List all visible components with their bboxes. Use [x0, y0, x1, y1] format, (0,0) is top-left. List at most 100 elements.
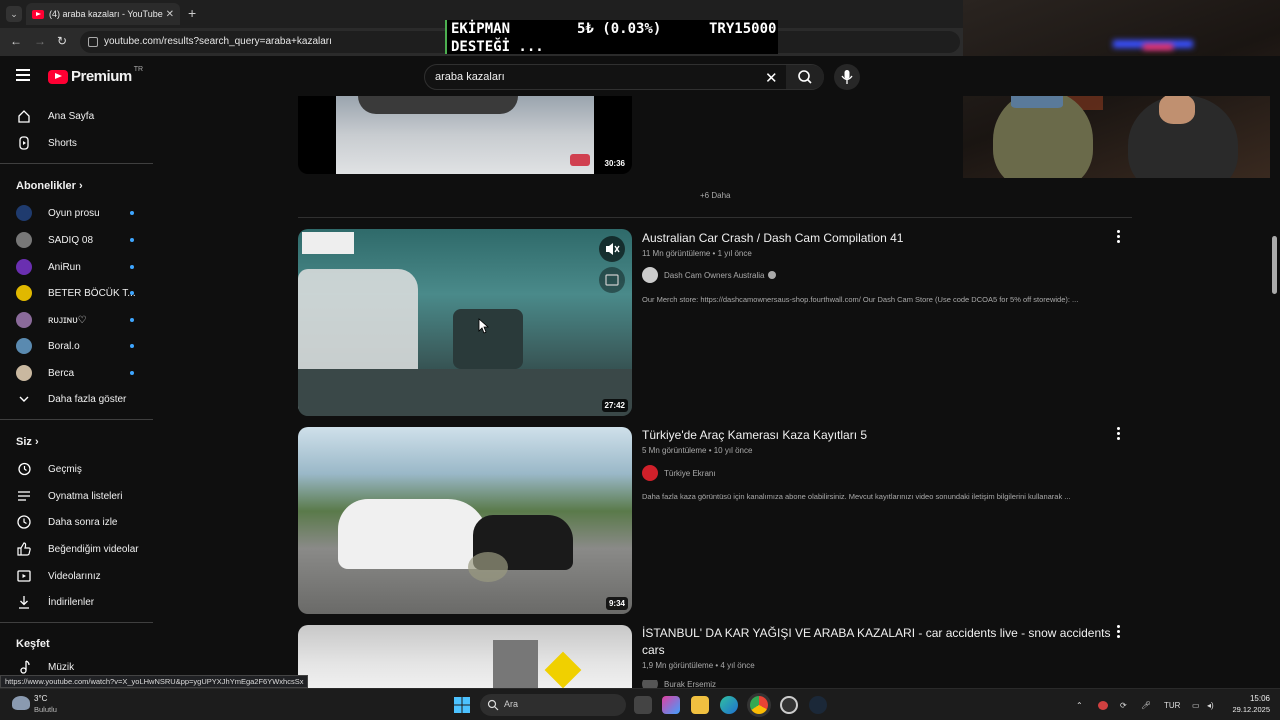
sidebar-item-your-videos[interactable]: Videolarınız: [0, 563, 154, 589]
more-options-icon[interactable]: [1113, 625, 1123, 639]
sidebar: Ana Sayfa Shorts Abonelikler › Oyun pros…: [0, 96, 160, 676]
sidebar-item-subscription[interactable]: BETER BÖCÜK T...: [0, 280, 154, 306]
refresh-tray-icon[interactable]: ⟳: [1120, 701, 1127, 710]
sidebar-divider: [0, 622, 153, 623]
file-explorer-icon[interactable]: [691, 696, 709, 714]
captions-icon: [605, 274, 619, 286]
tab-close-icon[interactable]: ✕: [166, 9, 174, 20]
language-indicator[interactable]: TUR: [1164, 701, 1180, 710]
microphone-tray-icon[interactable]: 🎤︎: [1141, 701, 1151, 710]
more-options-icon[interactable]: [1113, 427, 1123, 441]
copilot-icon[interactable]: [662, 696, 680, 714]
sidebar-item-home[interactable]: Ana Sayfa: [0, 103, 154, 129]
search-button[interactable]: [786, 65, 824, 89]
tray-app-icon[interactable]: [1098, 701, 1108, 710]
voice-search-button[interactable]: [834, 64, 860, 90]
microphone-icon: [841, 70, 853, 84]
more-options-icon[interactable]: [1113, 230, 1123, 244]
video-title[interactable]: Türkiye'de Araç Kamerası Kaza Kayıtları …: [642, 427, 1112, 444]
browser-tab[interactable]: (4) araba kazaları - YouTube ✕: [26, 3, 180, 25]
scrollbar-thumb[interactable]: [1272, 236, 1277, 294]
channel-name: Burak Ersemiz: [664, 680, 717, 688]
taskbar-search-label: Ara: [504, 699, 519, 709]
channel-avatar: [16, 205, 32, 221]
video-icon: [16, 568, 32, 584]
sidebar-item-downloads[interactable]: İndirilenler: [0, 589, 154, 615]
edge-icon[interactable]: [720, 696, 738, 714]
windows-taskbar: 3°C Bulutlu Ara ⌃ ⟳ 🎤︎ TUR ▭ ◂) 15:06 29…: [0, 688, 1280, 720]
sidebar-item-watch-later[interactable]: Daha sonra izle: [0, 509, 154, 535]
search-input[interactable]: araba kazaları: [435, 71, 505, 83]
music-icon: [16, 659, 32, 675]
video-duration: 27:42: [601, 399, 628, 412]
video-duration: 9:34: [605, 597, 628, 610]
clock-time[interactable]: 15:06: [1226, 694, 1270, 703]
channel-link[interactable]: Burak Ersemiz: [642, 680, 716, 688]
site-info-icon[interactable]: [88, 37, 98, 47]
sidebar-item-subscription[interactable]: Berca: [0, 360, 154, 386]
steam-icon[interactable]: [809, 696, 827, 714]
volume-icon[interactable]: ◂): [1207, 701, 1214, 710]
video-thumbnail[interactable]: 27:42: [298, 229, 632, 416]
search-box[interactable]: araba kazaları ✕: [424, 64, 824, 90]
road-shape: [298, 369, 632, 416]
video-thumbnail[interactable]: 9:34: [298, 427, 632, 614]
clock-date[interactable]: 29.12.2025: [1222, 705, 1270, 714]
video-duration: 30:36: [601, 157, 628, 170]
sidebar-item-subscription[interactable]: ʀᴜᴊɪɴᴜ♡: [0, 307, 154, 333]
sidebar-item-subscription[interactable]: AniRun: [0, 254, 154, 280]
channel-link[interactable]: Dash Cam Owners Australia: [642, 267, 777, 283]
captions-button[interactable]: [599, 267, 625, 293]
scrollbar-track[interactable]: [1270, 96, 1280, 688]
sidebar-item-label: Daha sonra izle: [48, 516, 118, 528]
video-title[interactable]: İSTANBUL' DA KAR YAĞIŞI VE ARABA KAZALAR…: [642, 625, 1112, 659]
network-icon[interactable]: ▭: [1192, 701, 1200, 710]
chevron-right-icon: ›: [78, 180, 83, 192]
video-title[interactable]: Australian Car Crash / Dash Cam Compilat…: [642, 230, 1112, 247]
weather-temperature[interactable]: 3°C: [34, 694, 47, 703]
chevron-up-icon[interactable]: ⌃: [1076, 701, 1083, 710]
show-more-results[interactable]: +6 Daha: [700, 191, 730, 200]
sidebar-item-subscription[interactable]: Boral.o: [0, 333, 154, 359]
subscriptions-heading[interactable]: Abonelikler ›: [16, 180, 83, 192]
sidebar-item-history[interactable]: Geçmiş: [0, 456, 154, 482]
sidebar-item-label: İndirilenler: [48, 596, 95, 608]
youtube-premium-logo[interactable]: Premium TR: [48, 66, 143, 85]
sidebar-item-label: BETER BÖCÜK T...: [48, 287, 136, 299]
sidebar-item-subscription[interactable]: SADIQ 08: [0, 227, 154, 253]
weather-description[interactable]: Bulutlu: [34, 705, 57, 714]
new-tab-button[interactable]: +: [188, 5, 196, 21]
sidebar-item-label: Beğendiğim videolar: [48, 543, 139, 555]
task-view-icon[interactable]: [634, 696, 652, 714]
channel-watermark-icon: [570, 154, 590, 166]
tab-list-button[interactable]: ⌄: [6, 6, 22, 22]
dust-cloud-shape: [468, 552, 508, 582]
sidebar-item-shorts[interactable]: Shorts: [0, 130, 154, 156]
sidebar-item-liked-videos[interactable]: Beğendiğim videolar: [0, 536, 154, 562]
overlay-change: 5₺ (0.03%): [577, 21, 662, 37]
sidebar-item-subscription[interactable]: Oyun prosu: [0, 200, 154, 226]
crashed-car-shape: [358, 96, 518, 114]
sidebar-item-label: Berca: [48, 367, 75, 379]
weather-cloud-icon[interactable]: [12, 696, 30, 710]
obs-icon[interactable]: [780, 696, 798, 714]
video-thumbnail[interactable]: [298, 625, 632, 688]
sidebar-item-label: Daha fazla göster: [48, 393, 127, 405]
video-thumbnail[interactable]: 30:36: [298, 96, 632, 174]
channel-link[interactable]: Türkiye Ekranı: [642, 465, 716, 481]
mute-button[interactable]: [599, 236, 625, 262]
chrome-icon[interactable]: [750, 696, 768, 714]
sidebar-item-label: SADIQ 08: [48, 234, 94, 246]
video-meta: 1,9 Mn görüntüleme • 4 yıl önce: [642, 661, 755, 670]
taskbar-search-box[interactable]: Ara: [480, 694, 626, 716]
reload-icon[interactable]: ↻: [57, 34, 67, 48]
hamburger-menu-icon[interactable]: [16, 69, 30, 81]
clear-search-icon[interactable]: ✕: [765, 69, 778, 87]
new-content-dot: [130, 211, 134, 215]
windows-start-icon[interactable]: [454, 697, 470, 713]
you-heading[interactable]: Siz ›: [16, 436, 39, 448]
back-arrow-icon[interactable]: ←: [10, 34, 22, 48]
forward-arrow-icon[interactable]: →: [34, 34, 46, 48]
sidebar-item-playlists[interactable]: Oynatma listeleri: [0, 483, 154, 509]
show-more-button[interactable]: Daha fazla göster: [0, 386, 154, 412]
